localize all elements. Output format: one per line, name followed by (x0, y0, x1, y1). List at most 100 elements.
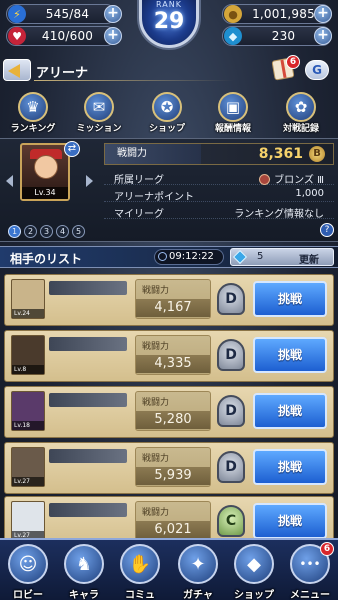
header-divider (34, 80, 234, 81)
nav-shop-label: ショップ (234, 590, 274, 600)
opponent-list-title: 相手のリスト (10, 252, 83, 266)
coin-icon: ● (224, 5, 242, 23)
back-button[interactable] (3, 59, 31, 81)
opponent-power-box: 戦闘力 6,021 (135, 501, 211, 541)
gem-plus-button[interactable]: + (314, 27, 332, 45)
refresh-cost: 5 (257, 251, 264, 262)
opponent-level: Lv.8 (12, 365, 44, 374)
opponent-list-header: 相手のリスト 09:12:22 5 更新 (0, 246, 338, 268)
opponent-power-box: 戦闘力 5,939 (135, 447, 211, 487)
nav-gacha-label: ガチャ (183, 590, 213, 600)
timer-value: 09:12:22 (169, 251, 214, 262)
deck-5[interactable]: 5 (72, 225, 85, 238)
gold-plus-button[interactable]: + (314, 5, 332, 23)
help-button[interactable]: ? (320, 223, 334, 237)
opponent-avatar: Lv.18 (11, 391, 45, 431)
opponent-power-value: 5,939 (136, 467, 210, 485)
gacha-icon: ✦ (178, 544, 218, 584)
gem-icon: ◆ (224, 27, 242, 45)
deck-3[interactable]: 3 (40, 225, 53, 238)
challenge-button[interactable]: 挑戦 (253, 503, 327, 539)
deck-4[interactable]: 4 (56, 225, 69, 238)
opponent-power-box: 戦闘力 5,280 (135, 391, 211, 431)
player-info-panel: Lv.34 ⇄ 1 2 3 4 5 戦闘力 8,361 B 所属リーグ ブロンズ… (0, 138, 338, 242)
stamina-plus-button[interactable]: + (104, 5, 122, 23)
nav-menu[interactable]: ••• メニュー 6 (282, 542, 338, 600)
deck-2[interactable]: 2 (24, 225, 37, 238)
refresh-timer: 09:12:22 (154, 249, 224, 265)
league-d-icon: D (217, 395, 245, 427)
nav-gacha[interactable]: ✦ ガチャ (170, 544, 226, 600)
stamina-display: ⚡ 545/84 (6, 4, 116, 24)
opponent-name-bar (49, 281, 127, 295)
nav-shop[interactable]: ◆ ショップ (226, 544, 282, 600)
swap-icon[interactable]: ⇄ (64, 141, 80, 157)
opponent-name-bar (49, 393, 127, 407)
character-icon: ♞ (64, 544, 104, 584)
menu-shop[interactable]: ✪ ショップ (134, 90, 200, 136)
deck-1[interactable]: 1 (8, 225, 21, 238)
menu-shop-label: ショップ (148, 124, 185, 134)
leader-portrait[interactable]: Lv.34 (20, 143, 70, 201)
g-button[interactable]: G (305, 60, 329, 80)
hp-display: ♥ 410/600 (6, 26, 116, 46)
opponent-power-value: 4,167 (136, 299, 210, 317)
menu-mission[interactable]: ✉ ミッション (66, 90, 132, 136)
league-label: 所属リーグ (114, 175, 164, 186)
deck-selector: 1 2 3 4 5 (8, 225, 85, 238)
lobby-icon: ☺ (8, 544, 48, 584)
next-deck-arrow-icon[interactable] (86, 175, 93, 187)
rank-label: RANK (156, 0, 182, 9)
menu-badge: 6 (320, 542, 334, 556)
challenge-button[interactable]: 挑戦 (253, 449, 327, 485)
page-header: アリーナ 6 G (0, 55, 338, 86)
menu-reward-info[interactable]: ▣ 報酬情報 (200, 90, 266, 136)
opponent-level: Lv.24 (12, 309, 44, 318)
challenge-button[interactable]: 挑戦 (253, 393, 327, 429)
refresh-button[interactable]: 5 更新 (230, 248, 334, 266)
challenge-button[interactable]: 挑戦 (253, 281, 327, 317)
gem-icon (232, 249, 248, 265)
opponent-level: Lv.27 (12, 477, 44, 486)
crown-icon: ♛ (18, 92, 48, 122)
opponent-avatar: Lv.27 (11, 501, 45, 541)
page-title: アリーナ (36, 66, 89, 81)
coin-icon: ✪ (152, 92, 182, 122)
heart-icon: ♥ (8, 27, 26, 45)
my-league-label: マイリーグ (114, 209, 164, 220)
opponent-level: Lv.18 (12, 421, 44, 430)
menu-battle-log[interactable]: ✿ 対戦記録 (268, 90, 334, 136)
nav-lobby[interactable]: ☺ ロビー (0, 544, 56, 600)
prev-deck-arrow-icon[interactable] (6, 175, 13, 187)
stamina-value: 545/84 (45, 7, 90, 21)
menu-battle-log-label: 対戦記録 (282, 124, 319, 134)
opponent-power-box: 戦闘力 4,167 (135, 279, 211, 319)
opponent-name-bar (49, 337, 127, 351)
hp-plus-button[interactable]: + (104, 27, 122, 45)
power-label: 戦闘力 (105, 144, 201, 164)
portrait-face (34, 155, 58, 179)
opponent-power-label: 戦闘力 (142, 454, 170, 464)
my-league-row: マイリーグ ランキング情報なし (104, 203, 334, 220)
opponent-power-box: 戦闘力 4,335 (135, 335, 211, 375)
leader-level: Lv.34 (22, 187, 68, 199)
clock-icon (158, 252, 167, 261)
challenge-button[interactable]: 挑戦 (253, 337, 327, 373)
opponent-power-label: 戦闘力 (142, 342, 170, 352)
menu-ranking[interactable]: ♛ ランキング (0, 90, 66, 136)
my-league-value: ランキング情報なし (234, 209, 324, 220)
refresh-label: 更新 (299, 255, 319, 266)
status-bar: ⚡ 545/84 + ♥ 410/600 + RANK 29 ● 1,001,9… (0, 0, 338, 48)
arena-menu: ♛ ランキング ✉ ミッション ✪ ショップ ▣ 報酬情報 ✿ 対戦記録 (0, 90, 338, 136)
league-d-icon: D (217, 283, 245, 315)
league-d-icon: D (217, 451, 245, 483)
rank-value: 29 (153, 9, 185, 34)
nav-character[interactable]: ♞ キャラ (56, 544, 112, 600)
nav-community[interactable]: ✋ コミュ (112, 544, 168, 600)
opponent-power-value: 5,280 (136, 411, 210, 429)
hp-value: 410/600 (41, 29, 94, 43)
league-d-icon: D (217, 339, 245, 371)
shop-icon: ◆ (234, 544, 274, 584)
opponent-row: Lv.8 戦闘力 4,335 D 挑戦 (4, 330, 334, 382)
rank-medal: RANK 29 (129, 0, 209, 52)
